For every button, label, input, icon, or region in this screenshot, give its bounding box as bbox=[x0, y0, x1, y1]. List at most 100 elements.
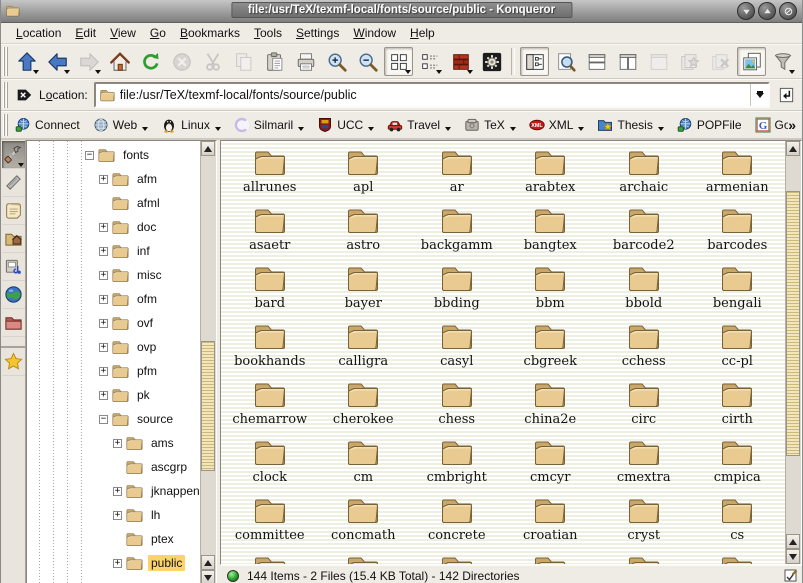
folder-arabtex[interactable]: arabtex bbox=[504, 145, 598, 203]
bookmark-xml[interactable]: XMLXML bbox=[525, 115, 589, 135]
konqueror-gear-button[interactable] bbox=[477, 47, 506, 76]
statusbar-options-icon[interactable] bbox=[784, 569, 798, 583]
view-scroll-thumb[interactable] bbox=[786, 191, 800, 456]
folder-label[interactable]: bangtex bbox=[524, 238, 577, 253]
folder-cmbright[interactable]: cmbright bbox=[410, 435, 504, 493]
view-scroll-up-icon[interactable] bbox=[786, 141, 800, 156]
folder-label[interactable]: cm bbox=[353, 470, 373, 485]
folder-bbding[interactable]: bbding bbox=[410, 261, 504, 319]
folder-chess[interactable]: chess bbox=[410, 377, 504, 435]
dropdown-arrow-icon[interactable] bbox=[405, 70, 411, 74]
maximize-button[interactable] bbox=[758, 2, 776, 20]
menu-tools[interactable]: Tools bbox=[247, 24, 289, 42]
folder-ar[interactable]: ar bbox=[410, 145, 504, 203]
folder-label[interactable]: croatian bbox=[523, 528, 578, 543]
folder-label[interactable]: concrete bbox=[428, 528, 486, 543]
dropdown-arrow-icon[interactable] bbox=[578, 127, 584, 131]
view-scrollbar[interactable] bbox=[785, 141, 801, 564]
tree-scroll-down-icon[interactable] bbox=[201, 570, 215, 583]
dropdown-arrow-icon[interactable] bbox=[18, 163, 24, 167]
folder-cherokee[interactable]: cherokee bbox=[317, 377, 411, 435]
minimize-button[interactable] bbox=[737, 2, 755, 20]
tree-item-jknappen[interactable]: +jknappen bbox=[27, 479, 201, 503]
tree-item-lh[interactable]: +lh bbox=[27, 503, 201, 527]
folder-label[interactable]: chemarrow bbox=[232, 412, 307, 427]
folder-label[interactable]: bengali bbox=[713, 296, 762, 311]
tree-item-label[interactable]: ams bbox=[148, 435, 177, 451]
folder-label[interactable]: bbm bbox=[536, 296, 565, 311]
folder-cbgreek[interactable]: cbgreek bbox=[504, 319, 598, 377]
folder-unlabeled[interactable] bbox=[504, 551, 598, 565]
folder-label[interactable]: apl bbox=[353, 180, 373, 195]
tree-item-label[interactable]: ovf bbox=[134, 315, 156, 331]
tree-item-label[interactable]: ascgrp bbox=[148, 459, 190, 475]
folder-label[interactable]: cchess bbox=[622, 354, 666, 369]
tree-item-inf[interactable]: +inf bbox=[27, 239, 201, 263]
paste-button[interactable] bbox=[260, 47, 289, 76]
split-view-top-bottom-button[interactable] bbox=[582, 47, 611, 76]
view-scroll-up2-icon[interactable] bbox=[786, 534, 800, 549]
folder-label[interactable]: cirth bbox=[722, 412, 753, 427]
dropdown-arrow-icon[interactable] bbox=[33, 70, 39, 74]
folder-label[interactable]: china2e bbox=[524, 412, 576, 427]
toolbar-grip[interactable] bbox=[3, 47, 8, 76]
dropdown-arrow-icon[interactable] bbox=[436, 70, 442, 74]
menu-bookmarks[interactable]: Bookmarks bbox=[173, 24, 247, 42]
folder-label[interactable]: cryst bbox=[627, 528, 660, 543]
tree-item-label[interactable]: public bbox=[148, 555, 185, 571]
folder-cs[interactable]: cs bbox=[691, 493, 785, 551]
go-button[interactable] bbox=[774, 83, 798, 107]
menu-settings[interactable]: Settings bbox=[289, 24, 346, 42]
expand-icon[interactable]: + bbox=[99, 391, 108, 400]
folder-concrete[interactable]: concrete bbox=[410, 493, 504, 551]
folder-bbold[interactable]: bbold bbox=[597, 261, 691, 319]
dropdown-arrow-icon[interactable] bbox=[510, 127, 516, 131]
dropdown-arrow-icon[interactable] bbox=[658, 127, 664, 131]
dropdown-arrow-icon[interactable] bbox=[95, 70, 101, 74]
folder-label[interactable]: backgamm bbox=[421, 238, 493, 253]
folder-bard[interactable]: bard bbox=[223, 261, 317, 319]
folder-cmpica[interactable]: cmpica bbox=[691, 435, 785, 493]
folder-bangtex[interactable]: bangtex bbox=[504, 203, 598, 261]
folder-apl[interactable]: apl bbox=[317, 145, 411, 203]
folder-label[interactable]: cmpica bbox=[714, 470, 761, 485]
folder-label[interactable]: cbgreek bbox=[524, 354, 577, 369]
menu-edit[interactable]: Edit bbox=[68, 24, 103, 42]
up-button[interactable] bbox=[12, 47, 41, 76]
folder-astro[interactable]: astro bbox=[317, 203, 411, 261]
expand-icon[interactable]: + bbox=[99, 247, 108, 256]
tree-item-label[interactable]: jknappen bbox=[148, 483, 203, 499]
folder-label[interactable]: concmath bbox=[331, 528, 395, 543]
tree-item-ovf[interactable]: + ovf bbox=[27, 311, 201, 335]
bookmark-connect[interactable]: Connect bbox=[11, 115, 84, 135]
folder-bbm[interactable]: bbm bbox=[504, 261, 598, 319]
folder-asaetr[interactable]: asaetr bbox=[223, 203, 317, 261]
folder-cchess[interactable]: cchess bbox=[597, 319, 691, 377]
dropdown-arrow-icon[interactable] bbox=[64, 70, 70, 74]
image-preview-button[interactable] bbox=[737, 47, 766, 76]
tree-scrollbar[interactable] bbox=[200, 141, 216, 583]
folder-label[interactable]: bbding bbox=[434, 296, 480, 311]
tree-item-label[interactable]: doc bbox=[134, 219, 159, 235]
bookmark-popfile[interactable]: POPFile bbox=[673, 115, 746, 135]
folder-label[interactable]: astro bbox=[346, 238, 380, 253]
bookmark-overflow-chevron[interactable]: » bbox=[788, 117, 796, 133]
tree-item-label[interactable]: ofm bbox=[134, 291, 160, 307]
sidebar-bookmarks-button[interactable] bbox=[2, 348, 25, 376]
location-dropdown-button[interactable] bbox=[750, 84, 768, 106]
show-navigation-panel-button[interactable] bbox=[520, 47, 549, 76]
tree-item-ams[interactable]: +ams bbox=[27, 431, 201, 455]
folder-bookhands[interactable]: bookhands bbox=[223, 319, 317, 377]
folder-cmextra[interactable]: cmextra bbox=[597, 435, 691, 493]
bookmark-linux[interactable]: Linux bbox=[157, 115, 225, 135]
folder-label[interactable]: chess bbox=[438, 412, 475, 427]
folder-label[interactable]: allrunes bbox=[243, 180, 296, 195]
bookmark-tex[interactable]: TeX bbox=[460, 115, 520, 135]
folder-label[interactable]: cmextra bbox=[617, 470, 671, 485]
expand-icon[interactable]: + bbox=[99, 319, 108, 328]
tree-item-ascgrp[interactable]: ascgrp bbox=[27, 455, 201, 479]
dropdown-arrow-icon[interactable] bbox=[368, 127, 374, 131]
folder-cmcyr[interactable]: cmcyr bbox=[504, 435, 598, 493]
menu-window[interactable]: Window bbox=[346, 24, 403, 42]
view-scroll-down-icon[interactable] bbox=[786, 549, 800, 564]
